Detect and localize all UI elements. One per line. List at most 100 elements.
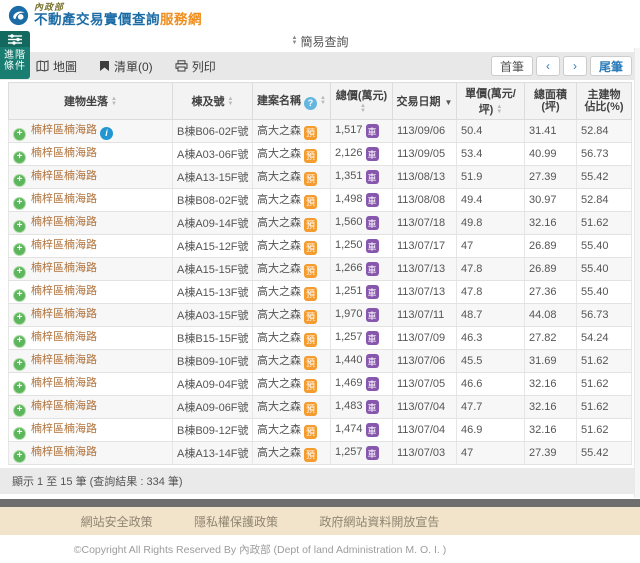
expand-row-button[interactable]: + [13, 335, 26, 348]
presale-badge: 預 [304, 172, 317, 186]
main-building-ratio: 56.73 [577, 304, 632, 327]
expand-row-button[interactable]: + [13, 312, 26, 325]
building-number: B棟B06-02F號 [173, 120, 253, 143]
column-header-ratio[interactable]: 主建物佔比(%) [577, 83, 632, 120]
unit-price: 46.6 [457, 373, 525, 396]
list-button[interactable]: 清單(0) [99, 58, 153, 75]
table-row[interactable]: +楠梓區楠海路i B棟B09-10F號 高大之森預 1,440車 113/07/… [9, 350, 632, 373]
footer-divider-bar [0, 499, 640, 507]
print-button[interactable]: 列印 [175, 58, 216, 75]
printer-icon [175, 60, 188, 72]
column-header-total-price[interactable]: 總價(萬元)▲▼ [331, 83, 393, 120]
total-price-value: 1,257 [335, 331, 363, 343]
column-header-unit-price[interactable]: 單價(萬元/坪)▲▼ [457, 83, 525, 120]
transaction-date: 113/07/04 [393, 396, 457, 419]
building-number: A棟A15-12F號 [173, 235, 253, 258]
column-header-building[interactable]: 棟及號▲▼ [173, 83, 253, 120]
last-page-button[interactable]: 尾筆 [590, 56, 632, 76]
table-row[interactable]: +楠梓區楠海路i A棟A09-14F號 高大之森預 1,560車 113/07/… [9, 212, 632, 235]
main-building-ratio: 51.62 [577, 350, 632, 373]
expand-row-button[interactable]: + [13, 128, 26, 141]
copyright-text: ©Copyright All Rights Reserved By 內政部 (D… [0, 542, 520, 557]
table-row[interactable]: +楠梓區楠海路i A棟A15-15F號 高大之森預 1,266車 113/07/… [9, 258, 632, 281]
expand-row-button[interactable]: + [13, 289, 26, 302]
presale-badge: 預 [304, 218, 317, 232]
transaction-date: 113/07/06 [393, 350, 457, 373]
map-button[interactable]: 地圖 [36, 58, 77, 75]
location-text: 楠梓區楠海路 [31, 285, 97, 297]
first-page-button[interactable]: 首筆 [491, 56, 533, 76]
expand-row-button[interactable]: + [13, 266, 26, 279]
results-tbody: +楠梓區楠海路i B棟B06-02F號 高大之森預 1,517車 113/09/… [9, 120, 632, 465]
footer-link-open-data[interactable]: 政府網站資料開放宣告 [319, 513, 439, 530]
presale-badge: 預 [304, 195, 317, 209]
next-page-button[interactable]: › [563, 56, 587, 76]
expand-row-button[interactable]: + [13, 151, 26, 164]
table-row[interactable]: +楠梓區楠海路i A棟A09-06F號 高大之森預 1,483車 113/07/… [9, 396, 632, 419]
scrollbar-track[interactable] [634, 48, 640, 498]
footer-link-privacy-policy[interactable]: 隱私權保護政策 [194, 513, 278, 530]
expand-row-button[interactable]: + [13, 197, 26, 210]
parking-badge: 車 [366, 124, 379, 138]
column-header-date[interactable]: 交易日期▼ [393, 83, 457, 120]
map-label: 地圖 [53, 58, 77, 75]
query-mode-label: 簡易查詢 [300, 33, 348, 50]
query-mode-bar: ▲▼ 簡易查詢 [0, 30, 640, 52]
results-table-container: 建物坐落▲▼ 棟及號▲▼ 建案名稱?▲▼ 總價(萬元)▲▼ 交易日期▼ 單價(萬… [0, 80, 640, 465]
table-row[interactable]: +楠梓區楠海路i A棟A15-13F號 高大之森預 1,251車 113/07/… [9, 281, 632, 304]
presale-badge: 預 [304, 333, 317, 347]
building-number: B棟B15-15F號 [173, 327, 253, 350]
main-building-ratio: 55.42 [577, 442, 632, 465]
footer-link-security-policy[interactable]: 網站安全政策 [81, 513, 153, 530]
query-mode-selector[interactable]: ▲▼ 簡易查詢 [292, 33, 349, 50]
project-name-text: 高大之森 [257, 286, 301, 298]
parking-badge: 車 [366, 331, 379, 345]
expand-row-button[interactable]: + [13, 404, 26, 417]
expand-row-button[interactable]: + [13, 174, 26, 187]
column-header-location[interactable]: 建物坐落▲▼ [9, 83, 173, 120]
expand-row-button[interactable]: + [13, 381, 26, 394]
parking-badge: 車 [366, 147, 379, 161]
total-price-value: 1,474 [335, 423, 363, 435]
expand-row-button[interactable]: + [13, 427, 26, 440]
transaction-date: 113/07/05 [393, 373, 457, 396]
project-name-text: 高大之森 [257, 378, 301, 390]
results-summary: 顯示 1 至 15 筆 (查詢結果 : 334 筆) [0, 468, 640, 494]
expand-row-button[interactable]: + [13, 450, 26, 463]
column-header-project[interactable]: 建案名稱?▲▼ [253, 83, 331, 120]
help-icon[interactable]: ? [304, 97, 317, 110]
sort-icon: ▲▼ [111, 97, 117, 107]
table-row[interactable]: +楠梓區楠海路i A棟A13-14F號 高大之森預 1,257車 113/07/… [9, 442, 632, 465]
total-area: 32.16 [525, 212, 577, 235]
table-row[interactable]: +楠梓區楠海路i A棟A03-06F號 高大之森預 2,126車 113/09/… [9, 143, 632, 166]
total-area: 44.08 [525, 304, 577, 327]
expand-row-button[interactable]: + [13, 220, 26, 233]
table-row[interactable]: +楠梓區楠海路i A棟A15-12F號 高大之森預 1,250車 113/07/… [9, 235, 632, 258]
info-icon[interactable]: i [100, 127, 113, 140]
parking-badge: 車 [366, 400, 379, 414]
main-building-ratio: 51.62 [577, 373, 632, 396]
building-number: B棟B08-02F號 [173, 189, 253, 212]
moi-logo-icon [8, 5, 29, 26]
table-row[interactable]: +楠梓區楠海路i A棟A13-15F號 高大之森預 1,351車 113/08/… [9, 166, 632, 189]
table-row[interactable]: +楠梓區楠海路i B棟B08-02F號 高大之森預 1,498車 113/08/… [9, 189, 632, 212]
expand-row-button[interactable]: + [13, 358, 26, 371]
table-row[interactable]: +楠梓區楠海路i B棟B09-12F號 高大之森預 1,474車 113/07/… [9, 419, 632, 442]
parking-badge: 車 [366, 262, 379, 276]
total-price-value: 1,517 [335, 124, 363, 136]
building-number: A棟A09-06F號 [173, 396, 253, 419]
total-price-value: 1,498 [335, 193, 363, 205]
presale-badge: 預 [304, 149, 317, 163]
table-row[interactable]: +楠梓區楠海路i A棟A09-04F號 高大之森預 1,469車 113/07/… [9, 373, 632, 396]
main-building-ratio: 54.24 [577, 327, 632, 350]
prev-page-button[interactable]: ‹ [536, 56, 560, 76]
presale-badge: 預 [304, 448, 317, 462]
table-row[interactable]: +楠梓區楠海路i B棟B15-15F號 高大之森預 1,257車 113/07/… [9, 327, 632, 350]
table-row[interactable]: +楠梓區楠海路i A棟A03-15F號 高大之森預 1,970車 113/07/… [9, 304, 632, 327]
building-number: A棟A03-15F號 [173, 304, 253, 327]
advanced-criteria-tab[interactable]: 進階條件 [0, 31, 30, 79]
column-header-area[interactable]: 總面積(坪) [525, 83, 577, 120]
table-row[interactable]: +楠梓區楠海路i B棟B06-02F號 高大之森預 1,517車 113/09/… [9, 120, 632, 143]
expand-row-button[interactable]: + [13, 243, 26, 256]
location-text: 楠梓區楠海路 [31, 354, 97, 366]
